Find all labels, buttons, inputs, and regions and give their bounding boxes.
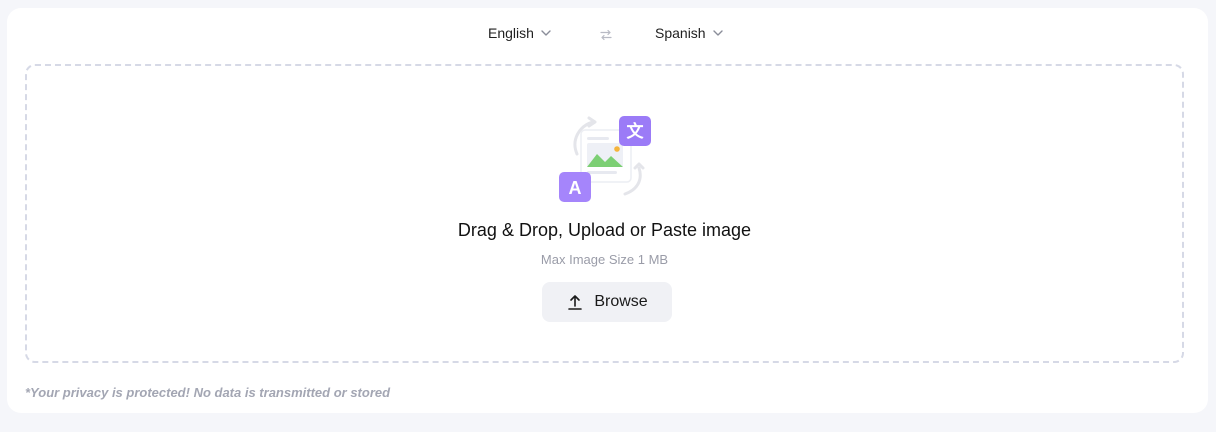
target-glyph-badge: 文	[627, 121, 645, 142]
browse-button[interactable]: Browse	[542, 282, 672, 322]
translate-image-illustration: 文 A	[559, 116, 651, 202]
source-language-label: English	[488, 25, 534, 41]
source-letter-badge: A	[569, 178, 582, 198]
chevron-down-icon	[712, 30, 723, 36]
target-language-select[interactable]: Spanish	[655, 25, 726, 41]
swap-icon[interactable]	[598, 27, 614, 43]
upload-icon	[568, 295, 583, 310]
dropzone-headline: Drag & Drop, Upload or Paste image	[457, 220, 752, 240]
target-language-label: Spanish	[655, 25, 706, 41]
language-bar: English Spanish	[7, 8, 1208, 64]
source-language-select[interactable]: English	[488, 25, 554, 41]
browse-button-label: Browse	[594, 293, 648, 310]
max-size-hint: Max Image Size 1 MB	[540, 252, 669, 267]
chevron-down-icon	[541, 30, 551, 36]
privacy-note: *Your privacy is protected! No data is t…	[25, 385, 391, 400]
image-dropzone[interactable]: 文 A Drag & Drop, Upload or Paste image M…	[25, 64, 1184, 363]
translator-card: English Spanish 文 A Drag & Drop, Upload …	[7, 8, 1208, 413]
